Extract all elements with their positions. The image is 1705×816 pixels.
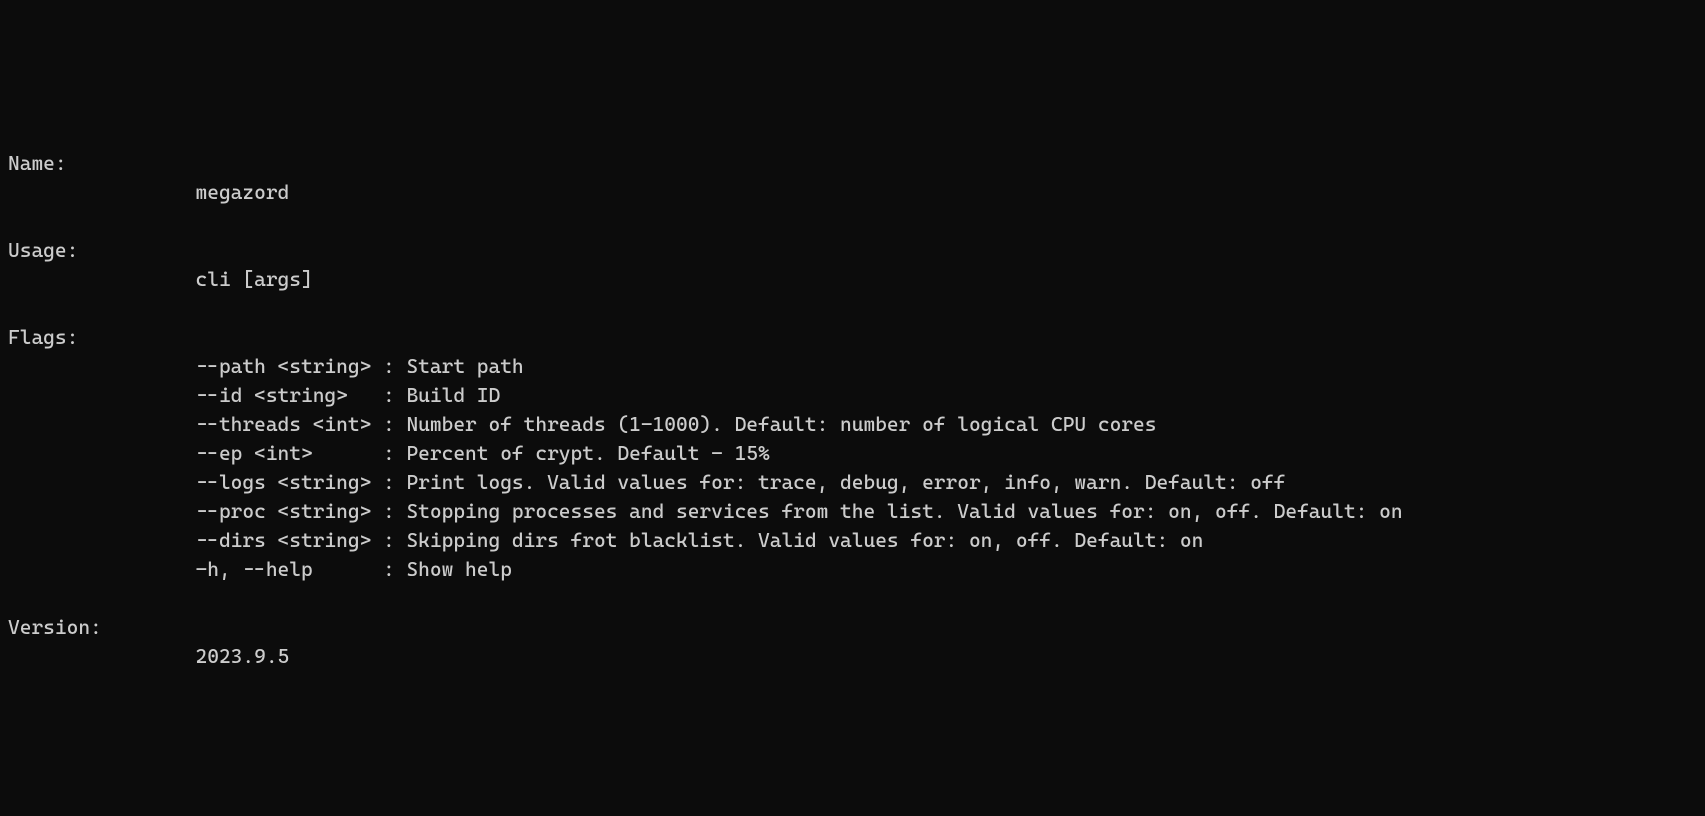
flag-line: --path <string> : Start path	[8, 354, 524, 378]
flag-line: -h, --help : Show help	[8, 557, 512, 581]
flag-line: --proc <string> : Stopping processes and…	[8, 499, 1403, 523]
terminal-output: Name: megazord Usage: cli [args] Flags: …	[8, 120, 1697, 671]
flag-line: --threads <int> : Number of threads (1-1…	[8, 412, 1156, 436]
flag-line: --ep <int> : Percent of crypt. Default -…	[8, 441, 770, 465]
version-label: Version:	[8, 615, 102, 639]
version-value: 2023.9.5	[8, 644, 289, 668]
flags-label: Flags:	[8, 325, 78, 349]
name-label: Name:	[8, 151, 67, 175]
usage-label: Usage:	[8, 238, 78, 262]
flag-line: --dirs <string> : Skipping dirs frot bla…	[8, 528, 1203, 552]
flag-line: --logs <string> : Print logs. Valid valu…	[8, 470, 1285, 494]
name-value: megazord	[8, 180, 289, 204]
usage-value: cli [args]	[8, 267, 313, 291]
flag-line: --id <string> : Build ID	[8, 383, 500, 407]
